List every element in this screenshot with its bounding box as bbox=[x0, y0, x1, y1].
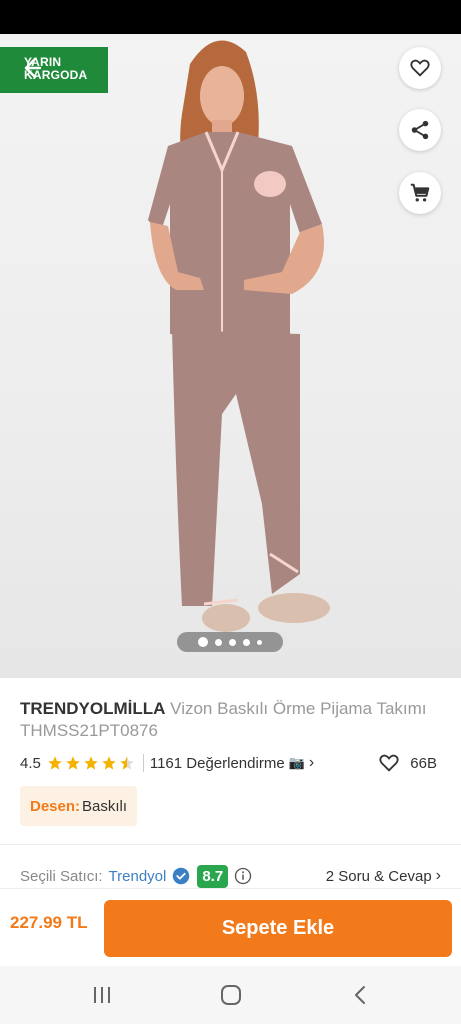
next-day-shipping-badge: YARIN KARGODA bbox=[0, 47, 108, 93]
system-nav-bar bbox=[0, 966, 461, 1024]
verified-icon bbox=[173, 867, 190, 885]
section-divider bbox=[0, 844, 461, 845]
cart-icon bbox=[410, 183, 430, 202]
add-to-cart-bar: 227.99 TL Sepete Ekle bbox=[0, 888, 461, 966]
product-image-gallery[interactable]: YARIN KARGODA bbox=[0, 34, 461, 678]
star-icon bbox=[84, 756, 98, 770]
share-button[interactable] bbox=[399, 109, 441, 151]
product-price: 227.99 TL bbox=[10, 913, 88, 932]
favorite-count-button[interactable]: 66B bbox=[378, 752, 437, 774]
questions-link[interactable]: 2 Soru & Cevap › bbox=[326, 862, 441, 890]
seller-name[interactable]: Trendyol bbox=[109, 868, 167, 885]
carousel-indicator[interactable] bbox=[177, 632, 283, 652]
star-icon bbox=[66, 756, 80, 770]
seller-label: Seçili Satıcı: bbox=[20, 867, 103, 885]
carousel-dot[interactable] bbox=[243, 638, 250, 646]
camera-icon: 📷 bbox=[288, 755, 305, 770]
status-bar bbox=[0, 0, 461, 34]
home-icon bbox=[221, 985, 241, 1005]
reviews-link[interactable]: 1161 Değerlendirme 📷 › bbox=[150, 754, 314, 772]
add-to-cart-button[interactable]: Sepete Ekle bbox=[104, 900, 452, 957]
pattern-value: Baskılı bbox=[82, 797, 128, 815]
heart-icon bbox=[379, 754, 399, 772]
pattern-label: Desen: bbox=[30, 797, 81, 815]
seller-row: Seçili Satıcı: Trendyol 8.7 2 Soru & Cev… bbox=[20, 862, 441, 890]
rating-value: 4.5 bbox=[20, 754, 41, 772]
share-icon bbox=[411, 120, 429, 140]
carousel-dot[interactable] bbox=[257, 639, 262, 645]
recents-button[interactable] bbox=[89, 982, 115, 1008]
pattern-chip[interactable]: Desen: Baskılı bbox=[20, 786, 138, 826]
star-icon bbox=[102, 756, 116, 770]
product-title: TRENDYOLMİLLA Vizon Baskılı Örme Pijama … bbox=[20, 698, 440, 742]
seller-score-badge: 8.7 bbox=[197, 864, 229, 888]
favorite-button[interactable] bbox=[399, 47, 441, 89]
product-photo bbox=[148, 40, 330, 632]
go-to-cart-button[interactable] bbox=[399, 172, 441, 214]
back-arrow-icon[interactable] bbox=[20, 56, 44, 80]
star-icon bbox=[48, 756, 62, 770]
recents-icon bbox=[94, 987, 110, 1003]
back-icon bbox=[355, 986, 365, 1004]
half-star-icon bbox=[120, 756, 134, 770]
carousel-dot[interactable] bbox=[198, 637, 208, 647]
qa-label: 2 Soru & Cevap bbox=[325, 867, 432, 885]
rating-stars bbox=[47, 755, 135, 771]
carousel-dot[interactable] bbox=[215, 638, 222, 646]
chevron-right-icon: › bbox=[308, 754, 315, 771]
rating-row: 4.5 1161 Değerlendirme 📷 › 66B bbox=[20, 752, 441, 774]
chevron-right-icon: › bbox=[435, 867, 441, 884]
divider bbox=[142, 754, 144, 772]
product-brand[interactable]: TRENDYOLMİLLA bbox=[20, 699, 165, 718]
heart-icon bbox=[410, 59, 430, 77]
favorite-count: 66B bbox=[410, 754, 437, 772]
system-back-button[interactable] bbox=[348, 982, 374, 1008]
review-count: 1161 Değerlendirme bbox=[149, 754, 285, 772]
info-icon[interactable] bbox=[234, 867, 252, 885]
home-button[interactable] bbox=[218, 982, 244, 1008]
carousel-dot[interactable] bbox=[229, 638, 236, 646]
